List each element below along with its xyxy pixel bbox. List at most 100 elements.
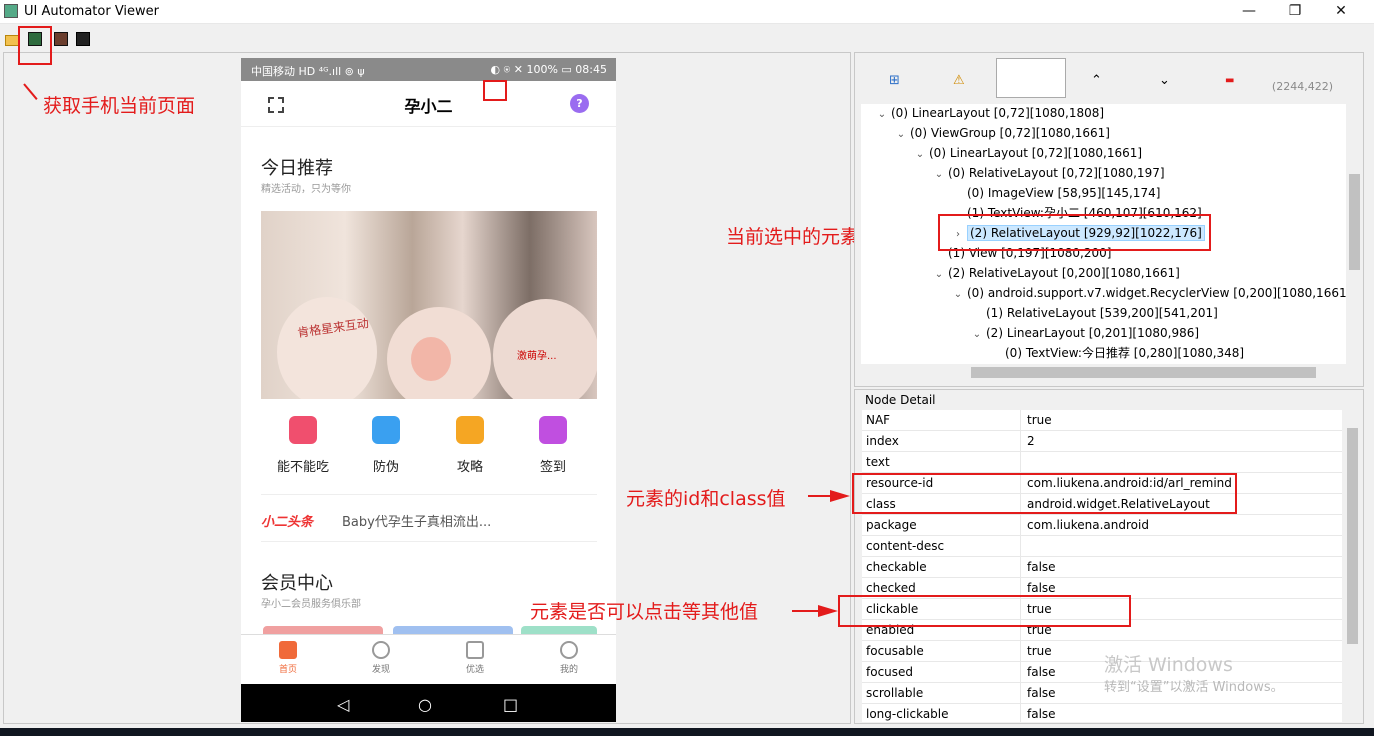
back-icon[interactable]: ◁ — [337, 695, 349, 714]
home-icon — [279, 641, 297, 659]
annotation-idclass: 元素的id和class值 — [626, 488, 786, 510]
quick-can-eat[interactable]: 能不能吃 — [273, 416, 333, 475]
expand-arrow-icon[interactable]: ⌄ — [930, 266, 948, 284]
nav-mine[interactable]: 我的 — [539, 641, 599, 675]
arrow-clickable — [818, 605, 838, 617]
save-icon[interactable] — [76, 32, 90, 46]
expand-arrow-icon[interactable]: ⌄ — [873, 106, 891, 124]
person-icon — [560, 641, 578, 659]
headline-text[interactable]: Baby代孕生子真相流出... — [342, 511, 491, 530]
detail-row[interactable]: focusable true — [862, 641, 1342, 662]
banner-caption-2: 激萌孕... — [517, 351, 557, 362]
detail-key: focusable — [866, 644, 924, 658]
restore-button[interactable]: ❐ — [1272, 0, 1318, 24]
detail-key: checked — [866, 581, 916, 595]
tree-node[interactable]: ⌄ (0) LinearLayout [0,72][1080,1808] — [873, 104, 1104, 124]
nav-discover[interactable]: 发现 — [351, 641, 411, 675]
column-divider — [1020, 704, 1021, 722]
tree-node-label: (2) RelativeLayout [0,200][1080,1661] — [948, 266, 1180, 280]
close-button[interactable]: ✕ — [1318, 0, 1364, 24]
tree-node-label: (2) LinearLayout [0,201][1080,986] — [986, 326, 1200, 340]
detail-key: long-clickable — [866, 707, 949, 721]
node-detail-title: Node Detail — [865, 393, 936, 407]
status-left: 中国移动 HD ⁴ᴳ.ıll ⊚ ψ — [251, 65, 365, 78]
nav-label: 首页 — [278, 665, 297, 675]
expand-arrow-icon[interactable]: ⌄ — [968, 326, 986, 344]
detail-row[interactable]: long-clickable false — [862, 704, 1342, 722]
minimize-button[interactable]: — — [1226, 0, 1272, 24]
activation-watermark-text: 转到“设置”以激活 Windows。 — [1104, 680, 1284, 695]
detail-value: true — [1027, 644, 1052, 658]
detail-row[interactable]: index 2 — [862, 431, 1342, 452]
tree-node[interactable]: ⌄ (0) RelativeLayout [0,72][1080,197] — [930, 164, 1165, 184]
headline-bar[interactable]: 小二头条 Baby代孕生子真相流出... — [261, 494, 597, 542]
arrow-idclass — [830, 490, 850, 502]
expand-arrow-icon[interactable]: ⌄ — [892, 126, 910, 144]
clear-icon[interactable]: ▬ — [1225, 75, 1234, 86]
warning-icon[interactable]: ⚠ — [953, 73, 965, 88]
tree-node[interactable]: (0) ImageView [58,95][145,174] — [949, 184, 1160, 204]
scroll-thumb[interactable] — [1347, 428, 1358, 644]
detail-row[interactable]: checkable false — [862, 557, 1342, 578]
tree-horizontal-scrollbar[interactable] — [861, 364, 1348, 381]
annotation-capture: 获取手机当前页面 — [43, 95, 196, 117]
phone-status-bar: 中国移动 HD ⁴ᴳ.ıll ⊚ ψ ◐ ⍟ ✕ 100% ▭ 08:45 — [241, 58, 616, 81]
help-icon[interactable]: ? — [570, 94, 589, 113]
quick-guide[interactable]: 攻略 — [440, 416, 500, 475]
recent-apps-icon[interactable]: □ — [503, 695, 518, 714]
tree-node[interactable]: ⌄ (0) ViewGroup [0,72][1080,1661] — [892, 124, 1110, 144]
quick-checkin[interactable]: 签到 — [523, 416, 583, 475]
nav-select[interactable]: 优选 — [445, 641, 505, 675]
detail-row[interactable]: text — [862, 452, 1342, 473]
column-divider — [1020, 431, 1021, 452]
hierarchy-toolbar: ⊞ ⚠ ⌃ ⌄ ▬ (2244,422) — [855, 53, 1363, 103]
detail-value: false — [1027, 707, 1056, 721]
tree-node[interactable]: (0) TextView:今日推荐 [0,280][1080,348] — [987, 344, 1244, 364]
title-bar: UI Automator Viewer — ❐ ✕ — [0, 0, 1374, 24]
quick-label: 签到 — [539, 460, 566, 475]
arrow-clickable-line — [792, 610, 820, 612]
home-circle-icon[interactable]: ○ — [418, 695, 432, 714]
detail-row[interactable]: content-desc — [862, 536, 1342, 557]
bell-icon — [289, 416, 317, 444]
detail-value: false — [1027, 581, 1056, 595]
detail-row[interactable]: package com.liukena.android — [862, 515, 1342, 536]
chevron-up-icon[interactable]: ⌃ — [1091, 73, 1102, 88]
device-screenshot-compressed-icon[interactable] — [54, 32, 68, 46]
open-folder-icon[interactable] — [5, 35, 19, 46]
scroll-thumb[interactable] — [1349, 174, 1360, 270]
detail-row[interactable]: NAF true — [862, 410, 1342, 431]
tree-vertical-scrollbar[interactable] — [1346, 104, 1363, 364]
expand-arrow-icon[interactable]: ⌄ — [911, 146, 929, 164]
column-divider — [1020, 515, 1021, 536]
nav-label: 优选 — [465, 665, 484, 675]
annotation-selected: 当前选中的元素 — [726, 226, 860, 248]
tree-node[interactable]: (1) RelativeLayout [539,200][541,201] — [968, 304, 1218, 324]
chevron-down-icon[interactable]: ⌄ — [1159, 73, 1170, 88]
expand-arrow-icon[interactable]: ⌄ — [949, 286, 967, 304]
section-today-title: 今日推荐 — [261, 158, 333, 179]
tree-node[interactable]: ⌄ (2) RelativeLayout [0,200][1080,1661] — [930, 264, 1180, 284]
detail-value: false — [1027, 686, 1056, 700]
nav-label: 发现 — [371, 665, 390, 675]
scroll-thumb[interactable] — [971, 367, 1316, 378]
column-divider — [1020, 557, 1021, 578]
expand-arrow-icon[interactable]: ⌄ — [930, 166, 948, 184]
tree-node-label: (0) LinearLayout [0,72][1080,1661] — [929, 146, 1143, 160]
search-box[interactable] — [996, 58, 1066, 98]
tree-node[interactable]: ⌄ (0) android.support.v7.widget.RecyclerV… — [949, 284, 1348, 304]
tree-node-label: (0) RelativeLayout [0,72][1080,197] — [948, 166, 1165, 180]
detail-key: checkable — [866, 560, 927, 574]
tree-node[interactable]: ⌄ (2) LinearLayout [0,201][1080,986] — [968, 324, 1199, 344]
expand-all-icon[interactable]: ⊞ — [889, 73, 900, 88]
nav-home[interactable]: 首页 — [258, 641, 318, 675]
banner-image[interactable]: 肯格星来互动 激萌孕... — [261, 211, 597, 399]
calendar-icon — [539, 416, 567, 444]
highlight-id-class — [852, 473, 1237, 514]
tree-node[interactable]: ⌄ (0) LinearLayout [0,72][1080,1661] — [911, 144, 1142, 164]
highlight-selected-node — [938, 214, 1211, 251]
quick-anti-fake[interactable]: 防伪 — [356, 416, 416, 475]
detail-vertical-scrollbar[interactable] — [1344, 410, 1361, 722]
tree-node-label: (1) RelativeLayout [539,200][541,201] — [986, 306, 1218, 320]
tree-node-label: (0) TextView:今日推荐 [0,280][1080,348] — [1005, 346, 1245, 360]
